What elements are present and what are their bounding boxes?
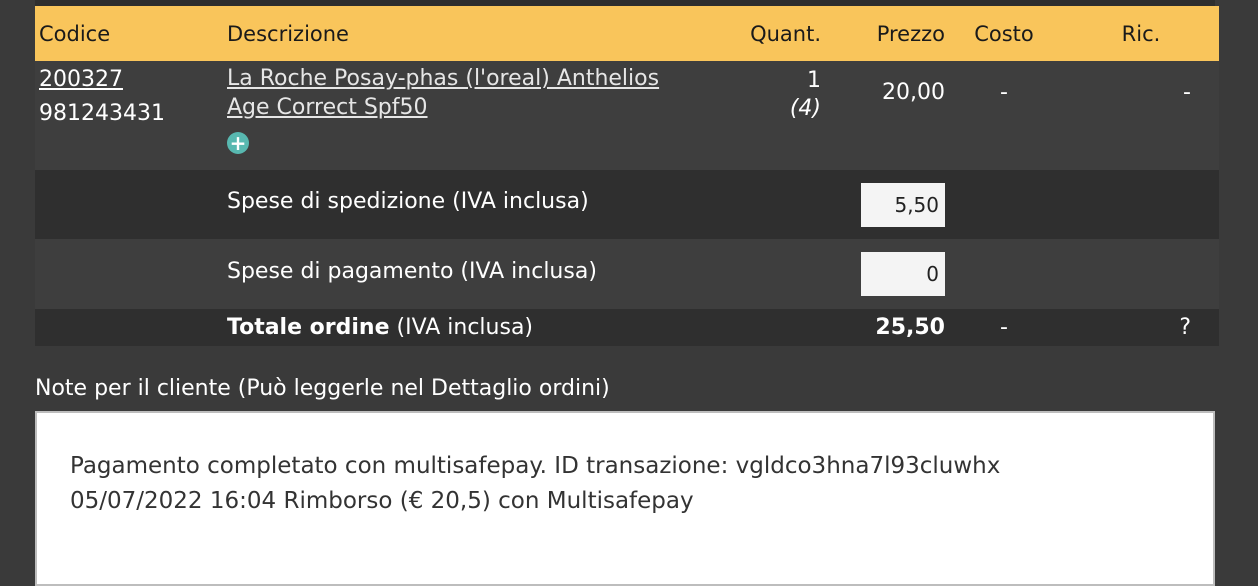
table-header: Codice Descrizione Quant. Prezzo Costo R… [35,6,1219,61]
payment-fee-input[interactable] [861,252,945,296]
shipping-label: Spese di spedizione (IVA inclusa) [227,189,589,214]
header-price: Prezzo [876,21,945,46]
product-price: 20,00 [882,80,945,105]
header-quantity: Quant. [750,21,821,46]
header-cost: Costo [974,21,1034,46]
shipping-fee-input[interactable] [861,182,945,227]
total-cost: - [1000,315,1008,340]
product-description-link[interactable]: La Roche Posay-phas (l'oreal) Anthelios A… [227,66,659,120]
table-row: 200327 981243431 La Roche Posay-phas (l'… [35,61,1219,170]
notes-label: Note per il cliente (Può leggerle nel De… [35,376,610,401]
product-barcode: 981243431 [39,101,165,126]
header-description: Descrizione [227,21,349,46]
product-description-cell: La Roche Posay-phas (l'oreal) Anthelios A… [227,61,707,170]
total-price: 25,50 [875,315,945,340]
product-markup: - [1183,80,1191,105]
product-cost: - [1000,80,1008,105]
total-markup: ? [1179,315,1191,340]
order-table: Codice Descrizione Quant. Prezzo Costo R… [35,6,1219,346]
total-row: Totale ordine (IVA inclusa) 25,50 - ? [35,309,1219,346]
payment-label-cell: Spese di pagamento (IVA inclusa) [227,239,821,309]
total-label-bold: Totale ordine [227,315,390,340]
payment-row: Spese di pagamento (IVA inclusa) [35,239,1219,309]
product-code-link[interactable]: 200327 [39,67,123,92]
product-stock: (4) [789,96,821,121]
product-description-line1: La Roche Posay-phas (l'oreal) Anthelios [227,66,660,91]
product-quantity-cell: 1 (4) [707,61,821,170]
notes-line-1: Pagamento completato con multisafepay. I… [70,453,1001,479]
notes-line-2: 05/07/2022 16:04 Rimborso (€ 20,5) con M… [70,488,694,514]
shipping-row: Spese di spedizione (IVA inclusa) [35,170,1219,239]
total-label-rest: (IVA inclusa) [389,315,534,340]
product-code-cell: 200327 981243431 [35,61,227,170]
add-plus-icon[interactable]: + [227,132,249,154]
total-label-cell: Totale ordine (IVA inclusa) [227,309,821,346]
product-quantity: 1 [807,68,821,93]
shipping-label-cell: Spese di spedizione (IVA inclusa) [227,170,821,239]
customer-notes-textarea[interactable]: Pagamento completato con multisafepay. I… [35,411,1215,586]
header-markup: Ric. [1121,21,1161,46]
header-code: Codice [39,21,111,46]
payment-label: Spese di pagamento (IVA inclusa) [227,258,597,284]
product-description-line2: Age Correct Spf50 [227,95,428,120]
